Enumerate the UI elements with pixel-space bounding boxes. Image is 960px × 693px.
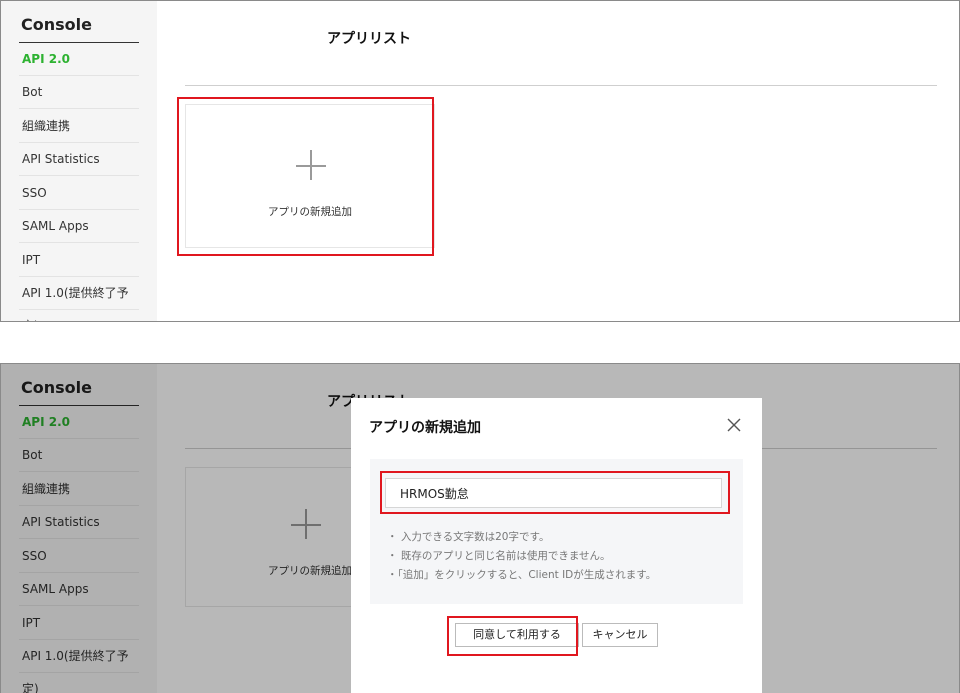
sidebar-item-ipt[interactable]: IPT — [19, 244, 139, 277]
highlight-box — [177, 97, 434, 256]
close-icon[interactable] — [725, 416, 743, 434]
screenshot-app-list: Console API 2.0 Bot 組織連携 API Statistics … — [0, 0, 960, 322]
screenshot-add-app-dialog: Console API 2.0 Bot 組織連携 API Statistics … — [0, 363, 960, 693]
note-char-limit: ・ 入力できる文字数は20字です。 — [387, 531, 550, 543]
title-divider — [185, 85, 937, 86]
note-duplicate-name: ・ 既存のアプリと同じ名前は使用できません。 — [387, 550, 611, 562]
sidebar-item-organization[interactable]: 組織連携 — [19, 110, 139, 143]
sidebar-item-saml-apps[interactable]: SAML Apps — [19, 210, 139, 243]
page-title: アプリリスト — [327, 31, 411, 47]
sidebar: Console API 2.0 Bot 組織連携 API Statistics … — [1, 1, 157, 321]
agree-highlight-box — [447, 616, 578, 656]
console-brand: Console — [21, 15, 92, 34]
cancel-button[interactable]: キャンセル — [582, 623, 658, 647]
sidebar-item-api-1-0[interactable]: API 1.0(提供終了予定) — [19, 277, 139, 321]
sidebar-item-api-2-0[interactable]: API 2.0 — [19, 43, 139, 76]
note-client-id: ・「追加」をクリックすると、Client IDが生成されます。 — [387, 569, 657, 581]
sidebar-item-bot[interactable]: Bot — [19, 76, 139, 109]
main-content: アプリリスト アプリの新規追加 — [157, 1, 959, 321]
add-app-modal: アプリの新規追加 ・ 入力できる文字数は20字です。 ・ 既存のアプリと同じ名前… — [351, 398, 762, 693]
input-highlight-box — [380, 471, 730, 514]
modal-title: アプリの新規追加 — [369, 420, 481, 436]
sidebar-item-sso[interactable]: SSO — [19, 177, 139, 210]
sidebar-item-api-statistics[interactable]: API Statistics — [19, 143, 139, 176]
